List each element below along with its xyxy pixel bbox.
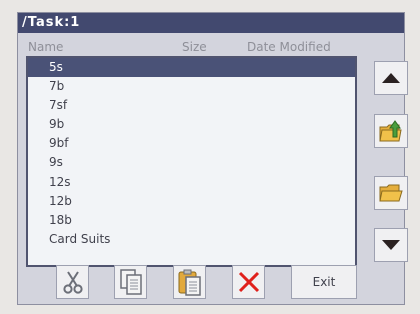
file-list-item-card-suits[interactable]: Card Suits <box>28 230 355 249</box>
file-list-item-7b[interactable]: 7b <box>28 77 355 96</box>
column-header-name[interactable]: Name <box>28 40 63 54</box>
paste-icon <box>178 269 201 296</box>
copy-button[interactable] <box>114 265 147 299</box>
cut-button[interactable] <box>56 265 89 299</box>
column-header-date-modified[interactable]: Date Modified <box>247 40 331 54</box>
file-list-item-12s[interactable]: 12s <box>28 173 355 192</box>
file-list-item-7sf[interactable]: 7sf <box>28 96 355 115</box>
task-panel: /Task:1 Name Size Date Modified 5s 7b 7s… <box>17 12 408 305</box>
file-list-item-9s[interactable]: 9s <box>28 153 355 172</box>
file-list[interactable]: 5s 7b 7sf 9b 9bf 9s 12s 12b 18b Card Sui… <box>26 56 357 267</box>
file-list-item-9b[interactable]: 9b <box>28 115 355 134</box>
scissors-icon <box>62 271 83 294</box>
copy-icon <box>119 269 142 295</box>
file-list-item-18b[interactable]: 18b <box>28 211 355 230</box>
title-bar: /Task:1 <box>18 13 404 33</box>
paste-button[interactable] <box>173 265 206 299</box>
parent-folder-button[interactable] <box>374 114 408 148</box>
delete-x-icon <box>238 271 259 293</box>
scroll-up-button[interactable] <box>374 61 408 95</box>
open-folder-icon <box>379 184 403 202</box>
scroll-down-button[interactable] <box>374 228 408 262</box>
delete-button[interactable] <box>232 265 265 299</box>
scroll-up-icon <box>382 73 400 83</box>
folder-up-icon <box>379 120 402 142</box>
file-list-item-12b[interactable]: 12b <box>28 192 355 211</box>
file-browser-window: /Task:1 Name Size Date Modified 5s 7b 7s… <box>0 0 420 314</box>
exit-button[interactable]: Exit <box>291 265 357 299</box>
open-folder-button[interactable] <box>374 176 408 210</box>
window-title: /Task:1 <box>22 15 81 30</box>
file-list-item-9bf[interactable]: 9bf <box>28 134 355 153</box>
column-header-size[interactable]: Size <box>182 40 207 54</box>
file-list-item-5s[interactable]: 5s <box>28 58 355 78</box>
scroll-down-icon <box>382 240 400 250</box>
